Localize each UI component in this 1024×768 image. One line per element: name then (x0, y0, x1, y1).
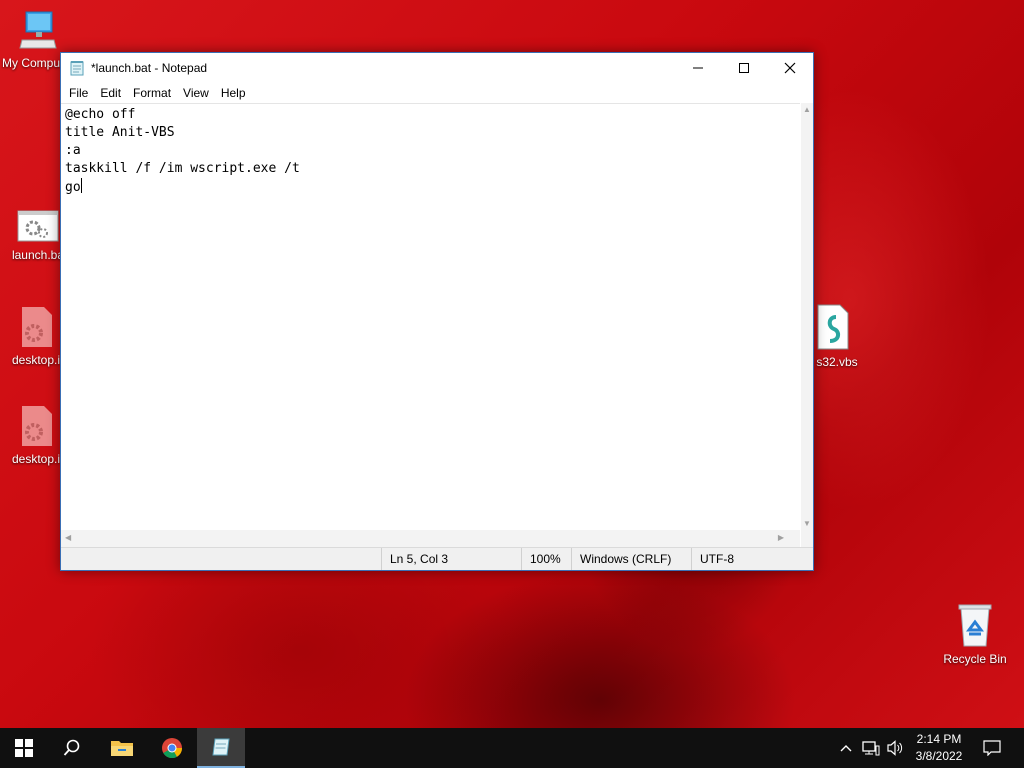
window-title: *launch.bat - Notepad (91, 61, 208, 75)
network-button[interactable] (860, 728, 882, 768)
search-icon (63, 739, 80, 756)
batch-file-icon (17, 208, 59, 244)
editor-line: taskkill /f /im wscript.exe /t (65, 161, 300, 176)
notepad-taskbar-button[interactable] (197, 728, 245, 768)
menu-view[interactable]: View (177, 83, 215, 103)
title-bar[interactable]: *launch.bat - Notepad (61, 53, 813, 83)
maximize-button[interactable] (721, 53, 767, 83)
status-cursor-position: Ln 5, Col 3 (381, 548, 448, 570)
horizontal-scrollbar[interactable]: ◀ ▶ (61, 530, 800, 547)
status-encoding: UTF-8 (691, 548, 734, 570)
editor-line: :a (65, 143, 81, 158)
scroll-down-icon[interactable]: ▼ (803, 519, 811, 528)
minimize-icon (693, 67, 703, 69)
computer-icon (18, 10, 58, 52)
menu-bar: File Edit Format View Help (61, 83, 813, 103)
text-caret (80, 178, 82, 193)
close-button[interactable] (767, 53, 813, 83)
maximize-icon (739, 63, 749, 73)
file-explorer-icon (111, 741, 133, 756)
config-file-icon (16, 305, 56, 349)
recycle-bin-icon (955, 602, 995, 648)
network-icon (862, 741, 880, 756)
status-zoom: 100% (521, 548, 561, 570)
show-hidden-icons-button[interactable] (836, 728, 856, 768)
menu-edit[interactable]: Edit (94, 83, 127, 103)
start-button[interactable] (0, 728, 48, 768)
clock-time: 2:14 PM (916, 732, 962, 746)
menu-file[interactable]: File (63, 83, 94, 103)
taskbar-clock[interactable]: 2:14 PM 3/8/2022 (900, 731, 978, 765)
minimize-button[interactable] (675, 53, 721, 83)
notification-icon (983, 740, 1001, 756)
editor-line: @echo off (65, 107, 136, 122)
scrollbar-corner (801, 530, 813, 547)
editor-line: title Anit-VBS (65, 125, 175, 140)
status-line-ending: Windows (CRLF) (571, 548, 671, 570)
scroll-left-icon[interactable]: ◀ (65, 533, 71, 542)
notepad-icon (69, 60, 85, 76)
clock-date: 3/8/2022 (915, 749, 963, 763)
status-bar: Ln 5, Col 3 100% Windows (CRLF) UTF-8 (61, 547, 813, 570)
chrome-button[interactable] (148, 728, 196, 768)
scroll-up-icon[interactable]: ▲ (803, 105, 811, 114)
notifications-button[interactable] (980, 728, 1004, 768)
menu-help[interactable]: Help (215, 83, 252, 103)
notepad-icon (212, 738, 230, 756)
config-file-icon (16, 404, 56, 448)
taskbar: 2:14 PM 3/8/2022 (0, 728, 1024, 768)
close-icon (784, 62, 796, 74)
search-button[interactable] (48, 728, 96, 768)
text-editor[interactable]: @echo off title Anit-VBS :a taskkill /f … (61, 103, 800, 531)
scroll-right-icon[interactable]: ▶ (778, 533, 784, 542)
vertical-scrollbar[interactable]: ▲ ▼ (801, 103, 813, 530)
start-icon (15, 739, 33, 757)
menu-format[interactable]: Format (127, 83, 177, 103)
notepad-window[interactable]: *launch.bat - Notepad File Edit Format V… (60, 52, 814, 571)
chevron-up-icon (840, 745, 852, 752)
chrome-icon (162, 738, 183, 759)
desktop-icon-label: Recycle Bin (943, 652, 1007, 666)
editor-line: go (65, 180, 81, 195)
script-file-icon (814, 303, 854, 351)
desktop-icon-recycle-bin[interactable]: Recycle Bin (937, 602, 1013, 666)
file-explorer-button[interactable] (98, 728, 146, 768)
